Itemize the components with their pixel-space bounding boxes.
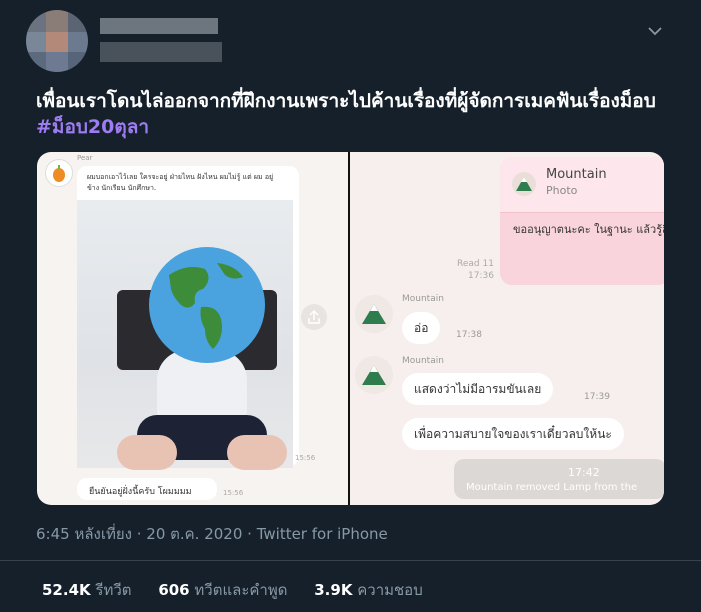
user-avatar[interactable] [26, 10, 88, 72]
quote-label: ทวีตและคำพูด [194, 581, 288, 599]
mountain-icon [512, 172, 536, 196]
globe-emoji-icon [149, 247, 265, 363]
system-message-time: 17:42 [568, 466, 600, 479]
chat-message: ผมบอกเอาไว้เลย ใครจะอยู่ ฝ่ายไหน ฝังไหน … [87, 173, 274, 192]
share-icon[interactable] [301, 304, 327, 330]
mountain-avatar-icon [355, 356, 393, 394]
chat-message: ยืนยันอยู่ฝั่งนี้ครับ โผมมมม [89, 487, 192, 497]
chat-message: อ่อ [402, 312, 441, 344]
display-name-blurred[interactable] [100, 18, 218, 34]
quote-count[interactable]: 606 ทวีตและคำพูด [158, 581, 287, 599]
username-blurred[interactable] [100, 42, 222, 62]
mountain-avatar-icon [355, 295, 393, 333]
card-subtitle: Photo [546, 184, 578, 197]
chat-sender-name: Pear [77, 154, 93, 162]
media-image-left[interactable]: Pear ผมบอกเอาไว้เลย ใครจะอยู่ ฝ่ายไหน ฝั… [37, 152, 348, 505]
divider [0, 560, 701, 561]
chat-sender-name: Mountain [402, 356, 444, 366]
chevron-down-icon[interactable] [646, 22, 664, 40]
photo-person-leg [117, 435, 177, 470]
photo-person-leg [227, 435, 287, 470]
read-receipt: Read 11 17:36 [457, 258, 494, 282]
system-message [454, 459, 664, 499]
read-time: 17:36 [468, 271, 494, 281]
tweet-media[interactable]: Pear ผมบอกเอาไว้เลย ใครจะอยู่ ฝ่ายไหน ฝั… [37, 152, 664, 505]
chat-message: แสดงว่าไม่มีอารมขันเลย [402, 373, 554, 405]
read-label: Read 11 [457, 259, 494, 269]
retweet-value: 52.4K [42, 581, 91, 599]
card-title: Mountain [546, 167, 607, 182]
chat-message: เพื่อความสบายใจของเราเดี๋ยวลบให้นะ [402, 418, 624, 450]
chat-photo [77, 200, 293, 470]
chat-time: 17:38 [456, 330, 482, 340]
quote-value: 606 [158, 581, 190, 599]
retweet-count[interactable]: 52.4K รีทวีต [42, 581, 132, 599]
chat-sender-name: Mountain [402, 294, 444, 304]
chat-time: 17:39 [584, 392, 610, 402]
like-value: 3.9K [314, 581, 353, 599]
tweet-text: เพื่อนเราโดนไล่ออกจากที่ฝึกงานเพราะไปค้า… [36, 88, 676, 140]
like-label: ความชอบ [357, 581, 423, 599]
tweet-timestamp[interactable]: 6:45 หลังเที่ยง · 20 ต.ค. 2020 · Twitter… [36, 522, 388, 546]
retweet-label: รีทวีต [95, 581, 132, 599]
hashtag-link[interactable]: #ม็อบ20ตุลา [36, 116, 149, 138]
like-count[interactable]: 3.9K ความชอบ [314, 581, 422, 599]
tweet-stats: 52.4K รีทวีต 606 ทวีตและคำพูด 3.9K ความช… [42, 578, 445, 602]
chat-time: 15:56 [295, 454, 316, 462]
media-image-right[interactable]: Mountain Photo ขออนุญาตนะคะ ในฐานะ แล้วร… [350, 152, 664, 505]
tweet-body: เพื่อนเราโดนไล่ออกจากที่ฝึกงานเพราะไปค้า… [36, 90, 656, 112]
chat-time: 15:56 [223, 489, 244, 497]
chat-message: ขออนุญาตนะคะ ในฐานะ แล้วรู้สึกไม่โอเคที่… [513, 223, 664, 236]
pear-avatar-icon [45, 159, 73, 187]
system-message-text: Mountain removed Lamp from the [466, 482, 638, 493]
